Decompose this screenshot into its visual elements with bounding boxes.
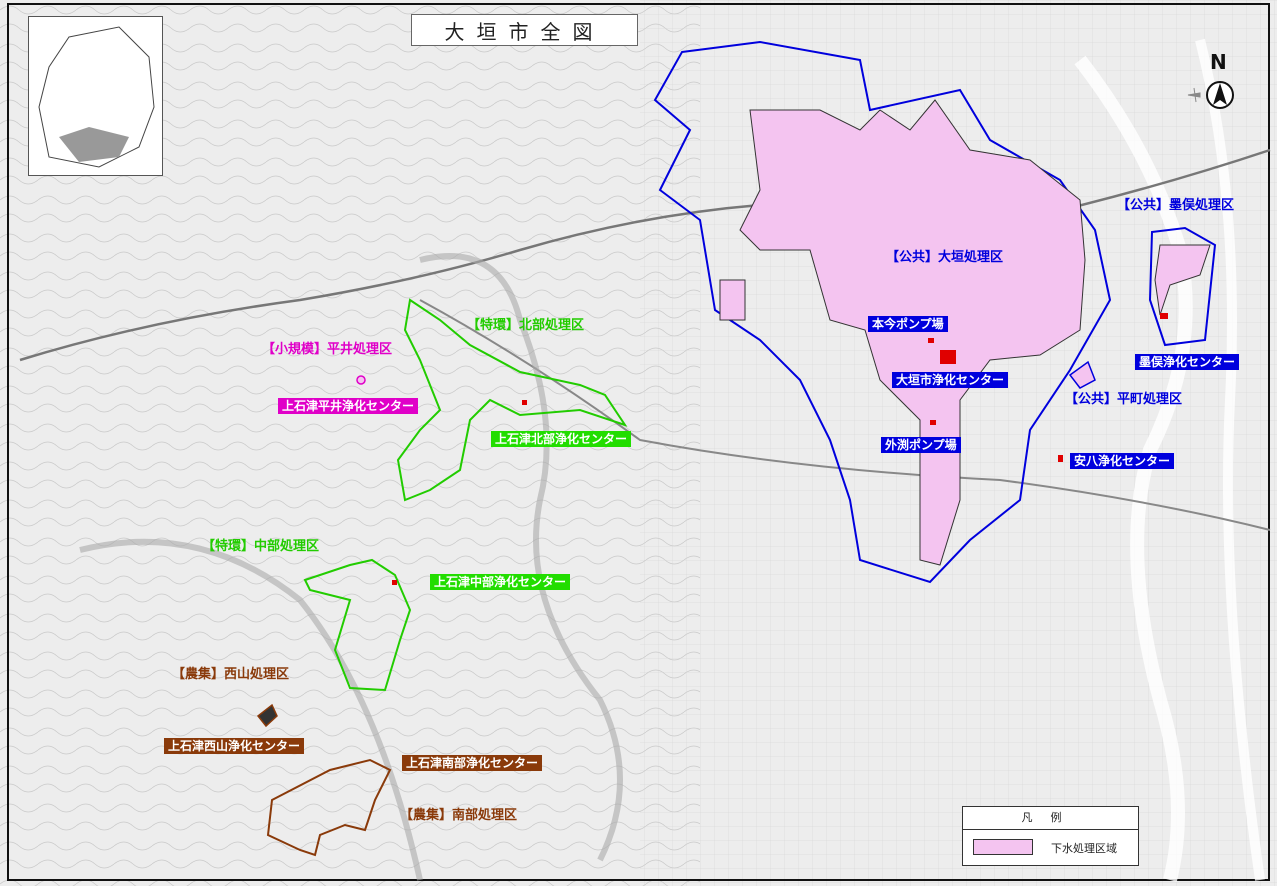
facility-hirai-center: 上石津平井浄化センター: [278, 398, 419, 414]
label-nanbu-district: 【農集】南部処理区: [400, 808, 518, 823]
gaibuchi-pump-marker: [930, 420, 936, 425]
legend-item-label: 下水処理区域: [1051, 842, 1117, 855]
facility-honkon-pump: 本今ポンプ場: [868, 316, 948, 332]
ogaki-treatment-area-west: [719, 279, 746, 321]
facility-anpachi-center: 安八浄化センター: [1070, 453, 1175, 469]
facility-nanbu-center: 上石津南部浄化センター: [402, 755, 543, 771]
map-title: 大垣市全図: [411, 14, 638, 46]
hokubu-center-marker: [522, 400, 527, 405]
label-ogaki-district: 【公共】大垣処理区: [886, 250, 1004, 266]
map-legend: 凡例 下水処理区域: [962, 806, 1139, 866]
honkon-pump-marker: [928, 338, 934, 343]
city-map: 大垣市全図 N 【公共】大垣処理区 【公共】墨俣処理区 【公共】平町処理区 【特…: [0, 0, 1277, 886]
facility-sunomata-center: 墨俣浄化センター: [1135, 354, 1240, 370]
facility-nishiyama-center: 上石津西山浄化センター: [164, 738, 305, 754]
facility-ogaki-center: 大垣市浄化センター: [892, 372, 1009, 388]
location-inset-map: [28, 16, 163, 176]
north-label: N: [1210, 50, 1227, 74]
chubu-center-marker: [392, 580, 397, 585]
label-hiramachi-district: 【公共】平町処理区: [1065, 392, 1183, 407]
facility-chubu-center: 上石津中部浄化センター: [430, 574, 571, 590]
label-chubu-district: 【特環】中部処理区: [202, 539, 320, 554]
label-hirai-district: 【小規模】平井処理区: [262, 342, 393, 357]
label-nishiyama-district: 【農集】西山処理区: [172, 667, 290, 682]
inset-outline: [38, 26, 155, 168]
ogaki-center-marker: [940, 350, 956, 364]
sunomata-center-marker: [1160, 313, 1168, 319]
anpachi-center-marker: [1058, 455, 1063, 462]
legend-swatch: [973, 839, 1033, 855]
legend-title: 凡例: [963, 807, 1138, 830]
facility-gaibuchi-pump: 外渕ポンプ場: [881, 437, 961, 453]
label-hokubu-district: 【特環】北部処理区: [467, 318, 585, 333]
facility-hokubu-center: 上石津北部浄化センター: [491, 431, 632, 447]
label-sunomata-district: 【公共】墨俣処理区: [1117, 198, 1235, 213]
hirai-area: [356, 375, 366, 385]
north-arrow: N: [1180, 50, 1240, 120]
